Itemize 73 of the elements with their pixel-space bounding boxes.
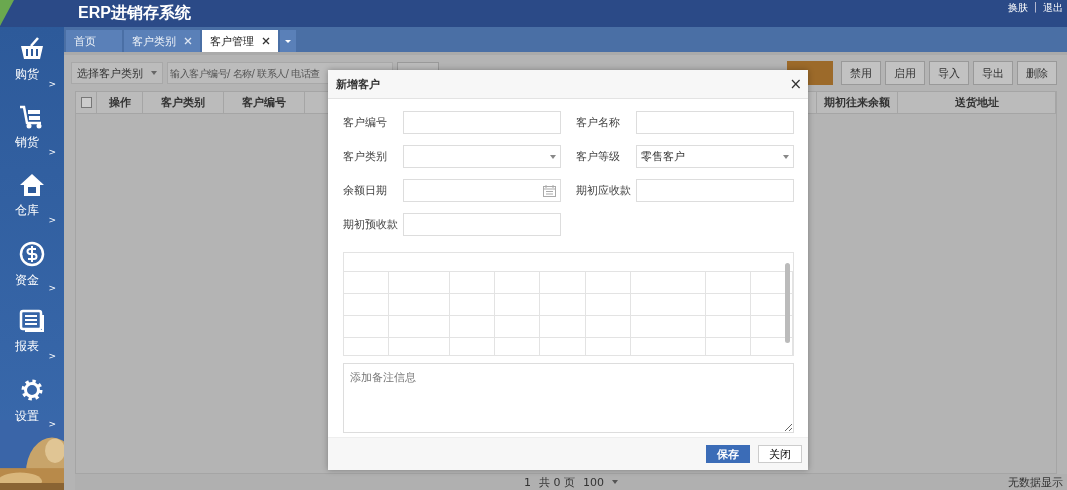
sidebar-label: 销货 bbox=[15, 134, 39, 151]
input-field[interactable] bbox=[635, 111, 794, 134]
separator: | bbox=[1033, 1, 1037, 15]
arrow-text: > bbox=[48, 147, 56, 157]
toolbar-button[interactable]: 禁用 bbox=[841, 61, 881, 85]
field-label: 客户等级 bbox=[575, 149, 621, 164]
toolbar-button[interactable]: 启用 bbox=[885, 61, 925, 85]
dollar-icon bbox=[19, 241, 45, 267]
sidebar-item[interactable]: 仓库 > bbox=[2, 173, 62, 237]
house-icon bbox=[19, 173, 45, 197]
caret-icon bbox=[782, 154, 789, 159]
sidebar-label: 资金 bbox=[15, 272, 39, 289]
arrow-text: > bbox=[48, 215, 56, 225]
page-size[interactable]: 100 bbox=[583, 475, 604, 489]
sidebar-item[interactable]: 报表 > bbox=[2, 309, 62, 373]
tab[interactable]: 客户管理 bbox=[202, 30, 278, 52]
tab[interactable]: 客户类别 bbox=[124, 30, 200, 52]
remark-field[interactable]: 添加备注信息 bbox=[343, 363, 794, 433]
app-title: ERP进销存系统 bbox=[78, 3, 191, 23]
caret-icon bbox=[550, 154, 556, 159]
column-header: 客户编号 bbox=[224, 92, 305, 113]
column-header: 客户类别 bbox=[143, 92, 224, 113]
checkbox[interactable] bbox=[80, 97, 92, 108]
caret-icon[interactable] bbox=[612, 480, 618, 484]
field-label: 客户名称 bbox=[575, 115, 621, 130]
field-label: 期初应收款 bbox=[575, 183, 632, 198]
caret-icon[interactable] bbox=[280, 30, 296, 52]
input-field[interactable] bbox=[635, 179, 794, 202]
field-label: 余额日期 bbox=[343, 183, 388, 198]
caret-icon bbox=[151, 71, 157, 75]
tab[interactable]: 首页 bbox=[66, 30, 122, 52]
arrow-text: > bbox=[48, 79, 56, 89]
sidebar-label: 购货 bbox=[15, 66, 39, 83]
arrow-text: > bbox=[48, 283, 56, 293]
input-field[interactable] bbox=[403, 213, 561, 236]
header-link[interactable]: 退出 bbox=[1043, 1, 1063, 15]
category-select[interactable]: 选择客户类别 bbox=[71, 62, 163, 84]
save-button[interactable]: 保存 bbox=[706, 445, 750, 463]
scrollbar[interactable] bbox=[785, 263, 790, 343]
sidebar-item[interactable]: 设置 > bbox=[2, 377, 62, 441]
toolbar-button[interactable]: 删除 bbox=[1017, 61, 1057, 85]
column-header: 期初往来余额 bbox=[817, 92, 898, 113]
page-total: 共 0 页 bbox=[539, 474, 575, 490]
report-icon bbox=[19, 309, 45, 333]
sidebar-label: 仓库 bbox=[15, 202, 39, 219]
field-label: 客户类别 bbox=[343, 149, 388, 164]
arrow-text: > bbox=[48, 351, 56, 361]
date-field[interactable] bbox=[403, 179, 561, 202]
sidebar-label: 报表 bbox=[15, 338, 39, 355]
field-label: 客户编号 bbox=[343, 115, 388, 130]
status-text: 无数据显示 bbox=[1008, 474, 1063, 490]
arrow-text: > bbox=[48, 419, 56, 429]
basket-icon bbox=[19, 37, 45, 61]
close-icon[interactable] bbox=[262, 37, 270, 45]
close-dialog-button[interactable]: 关闭 bbox=[758, 445, 802, 463]
select-field[interactable]: 零售客户 bbox=[635, 145, 794, 168]
sidebar-item[interactable]: 购货 > bbox=[2, 37, 62, 101]
close-button[interactable]: × bbox=[789, 75, 802, 93]
column-header: 操作 bbox=[97, 92, 143, 113]
field-label: 期初预收款 bbox=[343, 217, 399, 232]
toolbar-button[interactable]: 导入 bbox=[929, 61, 969, 85]
column-header: 送货地址 bbox=[898, 92, 1056, 113]
sidebar-label: 设置 bbox=[15, 408, 39, 425]
header-link[interactable]: 换肤 bbox=[1007, 1, 1028, 15]
sidebar-item[interactable]: 销货 > bbox=[2, 105, 62, 169]
page-number: 1 bbox=[524, 475, 531, 489]
ribbon-icon bbox=[0, 0, 14, 26]
select-field[interactable] bbox=[403, 145, 561, 168]
toolbar-button[interactable]: 导出 bbox=[973, 61, 1013, 85]
calendar-icon[interactable] bbox=[543, 184, 556, 197]
sidebar-item[interactable]: 资金 > bbox=[2, 241, 62, 305]
input-field[interactable] bbox=[403, 111, 561, 134]
gear-icon bbox=[19, 377, 45, 403]
